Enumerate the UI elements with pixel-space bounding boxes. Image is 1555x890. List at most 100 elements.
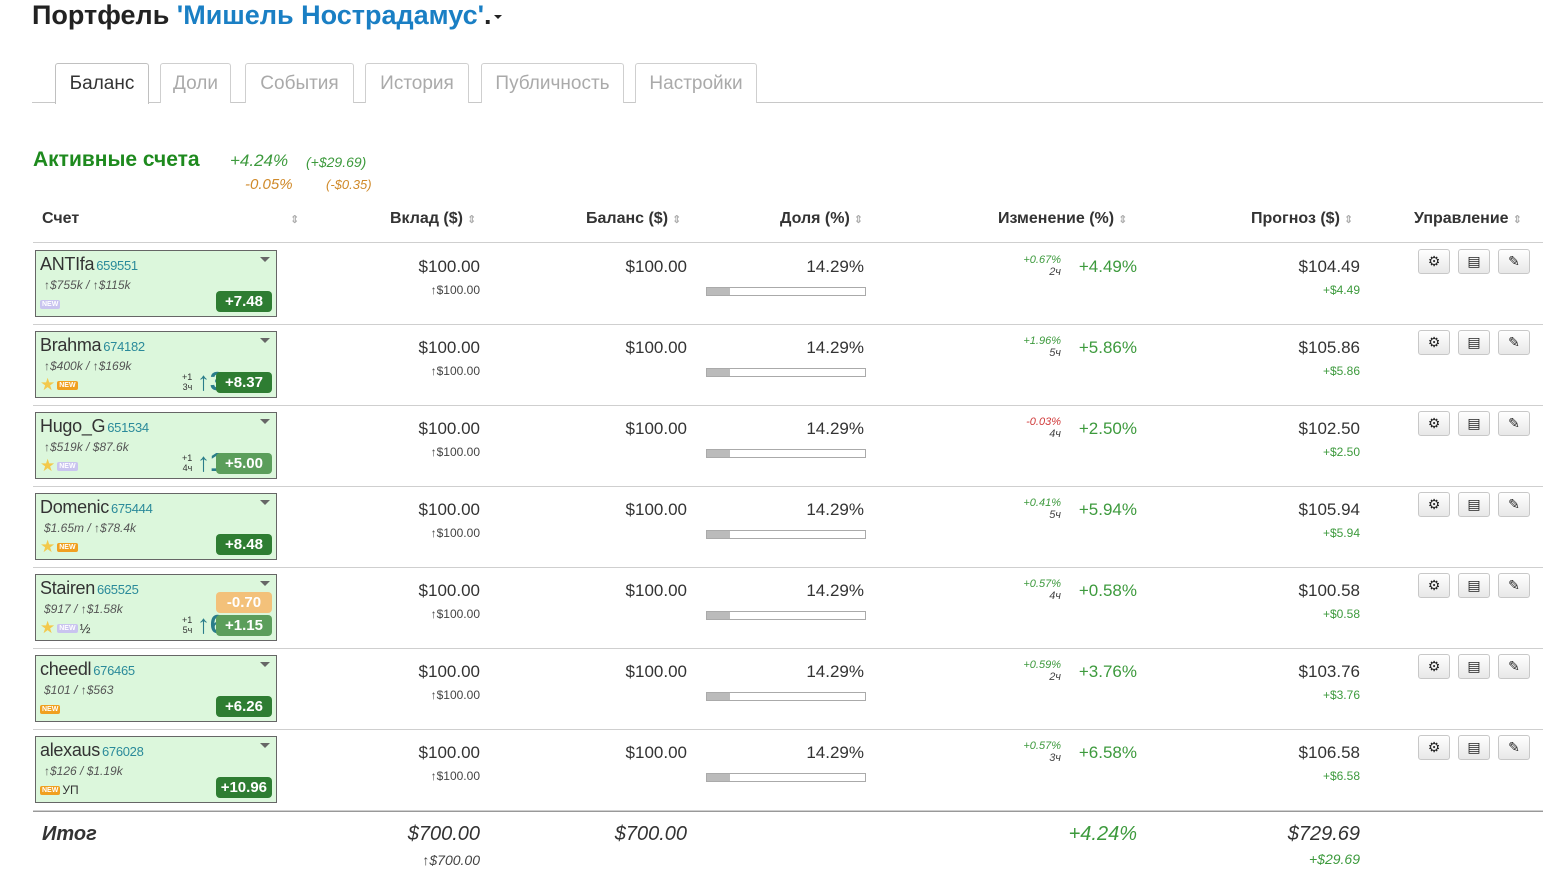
chevron-down-icon[interactable]: [260, 338, 270, 343]
account-badges: NEW: [40, 296, 61, 312]
tab-history[interactable]: История: [365, 63, 469, 103]
account-name[interactable]: ANTIfa: [40, 254, 95, 274]
chevron-down-icon[interactable]: [260, 419, 270, 424]
settings-button[interactable]: ⚙: [1418, 249, 1450, 274]
chevron-down-icon[interactable]: [260, 257, 270, 262]
score-badge: +5.00: [216, 453, 272, 474]
caret-down-icon[interactable]: [493, 14, 502, 19]
totals-forecast: $729.69: [1287, 823, 1360, 845]
change-small: +0.67% 2ч: [1023, 254, 1061, 278]
account-number[interactable]: 651534: [107, 420, 149, 435]
deposit-secondary: ↑$100.00: [430, 364, 480, 378]
change-value: +2.50%: [1078, 419, 1137, 438]
settings-button[interactable]: ⚙: [1418, 735, 1450, 760]
chevron-down-icon[interactable]: [260, 743, 270, 748]
account-name[interactable]: alexaus: [40, 740, 100, 760]
share-value: 14.29%: [806, 500, 864, 519]
streak-count: +1 4ч: [182, 453, 192, 473]
col-header-manage[interactable]: Управление ⇕: [1414, 210, 1522, 228]
account-card[interactable]: Brahma 674182 ↑$400k / ↑$169k ★ NEW +1 3ч ↑3 +8.…: [35, 331, 277, 398]
col-header-deposit[interactable]: Вклад ($) ⇕: [390, 210, 476, 228]
col-header-change[interactable]: Изменение (%) ⇕: [998, 210, 1127, 228]
tab-shares[interactable]: Доли: [160, 63, 231, 103]
sort-icon: ⇕: [1343, 214, 1354, 226]
edit-button[interactable]: ✎: [1498, 492, 1530, 517]
tab-settings[interactable]: Настройки: [635, 63, 757, 103]
details-button[interactable]: ▤: [1458, 573, 1490, 598]
account-money: $101 / ↑$563: [44, 683, 114, 697]
portfolio-name-dropdown[interactable]: 'Мишель Нострадамус': [177, 0, 484, 30]
edit-button[interactable]: ✎: [1498, 330, 1530, 355]
account-name-line: Brahma 674182: [40, 335, 145, 356]
details-button[interactable]: ▤: [1458, 492, 1490, 517]
col-header-account-sort[interactable]: ⇕: [286, 210, 299, 228]
account-number[interactable]: 674182: [103, 339, 145, 354]
deposit-secondary: ↑$100.00: [430, 445, 480, 459]
score-badge: +7.48: [216, 291, 272, 312]
account-number[interactable]: 675444: [111, 501, 153, 516]
account-card[interactable]: Hugo_G 651534 ↑$519k / $87.6k ★ NEW +1 4ч ↑1 +5.…: [35, 412, 277, 479]
edit-button[interactable]: ✎: [1498, 573, 1530, 598]
account-card[interactable]: cheedl 676465 $101 / ↑$563 NEW +6.26: [35, 655, 277, 722]
gear-icon: ⚙: [1427, 577, 1441, 593]
account-number[interactable]: 676028: [102, 744, 144, 759]
account-card[interactable]: alexaus 676028 ↑$126 / $1.19k NEW УП +10.96: [35, 736, 277, 803]
forecast-secondary: +$0.58: [1322, 607, 1360, 621]
details-button[interactable]: ▤: [1458, 654, 1490, 679]
details-button[interactable]: ▤: [1458, 330, 1490, 355]
account-money: ↑$519k / $87.6k: [44, 440, 129, 454]
account-name[interactable]: Stairen: [40, 578, 95, 598]
star-icon: ★: [40, 456, 56, 475]
edit-button[interactable]: ✎: [1498, 735, 1530, 760]
account-name[interactable]: Brahma: [40, 335, 102, 355]
change-small-pct: +0.41%: [1023, 497, 1061, 509]
details-button[interactable]: ▤: [1458, 411, 1490, 436]
change-value: +5.86%: [1078, 338, 1137, 357]
account-name[interactable]: cheedl: [40, 659, 92, 679]
deposit-secondary: ↑$100.00: [430, 688, 480, 702]
account-name[interactable]: Hugo_G: [40, 416, 106, 436]
account-number[interactable]: 676465: [93, 663, 135, 678]
edit-button[interactable]: ✎: [1498, 411, 1530, 436]
tab-balance[interactable]: Баланс: [55, 63, 149, 104]
chevron-down-icon[interactable]: [260, 500, 270, 505]
tab-publicity[interactable]: Публичность: [481, 63, 624, 103]
forecast-secondary: +$4.49: [1322, 283, 1360, 297]
col-header-balance[interactable]: Баланс ($) ⇕: [586, 210, 681, 228]
account-name[interactable]: Domenic: [40, 497, 109, 517]
account-number[interactable]: 659551: [96, 258, 138, 273]
edit-button[interactable]: ✎: [1498, 249, 1530, 274]
forecast-secondary: +$5.94: [1322, 526, 1360, 540]
details-button[interactable]: ▤: [1458, 249, 1490, 274]
new-badge: NEW: [40, 785, 61, 795]
chevron-down-icon[interactable]: [260, 581, 270, 586]
account-card[interactable]: Domenic 675444 $1.65m / ↑$78.4k ★ NEW +8.48: [35, 493, 277, 560]
totals-balance: $700.00: [614, 823, 687, 845]
new-badge: NEW: [57, 623, 78, 633]
forecast-secondary: +$3.76: [1322, 688, 1360, 702]
edit-button[interactable]: ✎: [1498, 654, 1530, 679]
share-value: 14.29%: [806, 581, 864, 600]
share-bar: [706, 449, 866, 458]
chevron-down-icon[interactable]: [260, 662, 270, 667]
settings-button[interactable]: ⚙: [1418, 330, 1450, 355]
account-number[interactable]: 665525: [97, 582, 139, 597]
account-card[interactable]: Stairen 665525 $917 / ↑$1.58k ★ NEW ½ +1 5ч ↑6 -0…: [35, 574, 277, 641]
score-badge: +6.26: [216, 696, 272, 717]
details-button[interactable]: ▤: [1458, 735, 1490, 760]
settings-button[interactable]: ⚙: [1418, 573, 1450, 598]
change-small-pct: -0.03%: [1026, 416, 1061, 428]
col-header-share[interactable]: Доля (%) ⇕: [780, 210, 863, 228]
col-header-forecast[interactable]: Прогноз ($) ⇕: [1251, 210, 1353, 228]
tab-events[interactable]: События: [245, 63, 354, 103]
settings-button[interactable]: ⚙: [1418, 411, 1450, 436]
share-value: 14.29%: [806, 743, 864, 762]
settings-button[interactable]: ⚙: [1418, 654, 1450, 679]
settings-button[interactable]: ⚙: [1418, 492, 1450, 517]
col-header-forecast-label: Прогноз ($): [1251, 210, 1340, 227]
change-small: +0.57% 3ч: [1023, 740, 1061, 764]
balance-value: $100.00: [625, 419, 687, 438]
streak-plus: +1: [182, 372, 193, 382]
account-card[interactable]: ANTIfa 659551 ↑$755k / ↑$115k NEW +7.48: [35, 250, 277, 317]
col-header-account[interactable]: Счет: [42, 210, 79, 228]
